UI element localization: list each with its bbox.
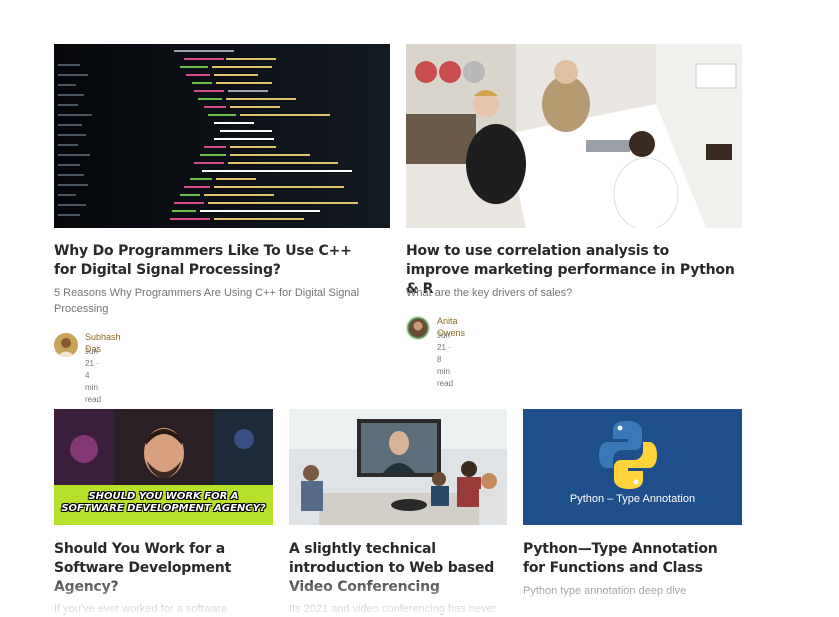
article-meta: Jun 21 · 8 min read xyxy=(437,330,453,390)
article-title[interactable]: Python—Type Annotation for Functions and… xyxy=(523,540,738,578)
article-image-code-editor[interactable] xyxy=(54,44,390,228)
avatar-photo-icon xyxy=(406,316,430,340)
article-image-python[interactable]: Python – Type Annotation xyxy=(523,409,742,525)
python-logo-image xyxy=(523,409,742,525)
author-avatar[interactable] xyxy=(406,316,430,340)
video-conference-image xyxy=(289,409,507,525)
article-meta: Jun 21 · 4 min read xyxy=(85,346,101,406)
read-time: 4 min read xyxy=(85,371,102,404)
meta-separator: · xyxy=(448,343,451,352)
read-time: 8 min read xyxy=(437,355,454,388)
article-subtitle[interactable]: Its 2021 and video conferencing has neve… xyxy=(289,601,514,617)
article-subtitle[interactable]: 5 Reasons Why Programmers Are Using C++ … xyxy=(54,285,384,317)
article-subtitle[interactable]: What are the key drivers of sales? xyxy=(406,285,736,301)
article-image-video-conference[interactable] xyxy=(289,409,507,525)
cafe-counter-image xyxy=(406,44,742,228)
article-title[interactable]: A slightly technical introduction to Web… xyxy=(289,540,499,597)
code-editor-image xyxy=(54,44,390,228)
meta-separator: · xyxy=(96,359,99,368)
article-subtitle[interactable]: Python type annotation deep dive xyxy=(523,583,738,599)
author-avatar[interactable] xyxy=(54,333,78,357)
thumbnail-caption: Python – Type Annotation xyxy=(569,493,696,505)
article-subtitle[interactable]: If you've ever worked for a software xyxy=(54,601,269,617)
article-image-cafe[interactable] xyxy=(406,44,742,228)
article-title[interactable]: Why Do Programmers Like To Use C++ for D… xyxy=(54,242,374,280)
article-title[interactable]: Should You Work for a Software Developme… xyxy=(54,540,264,597)
article-image-agency-video[interactable]: SHOULD YOU WORK FOR A SOFTWARE DEVELOPME… xyxy=(54,409,273,525)
thumbnail-caption: SHOULD YOU WORK FOR A SOFTWARE DEVELOPME… xyxy=(61,491,266,514)
avatar-photo-icon xyxy=(54,333,78,357)
